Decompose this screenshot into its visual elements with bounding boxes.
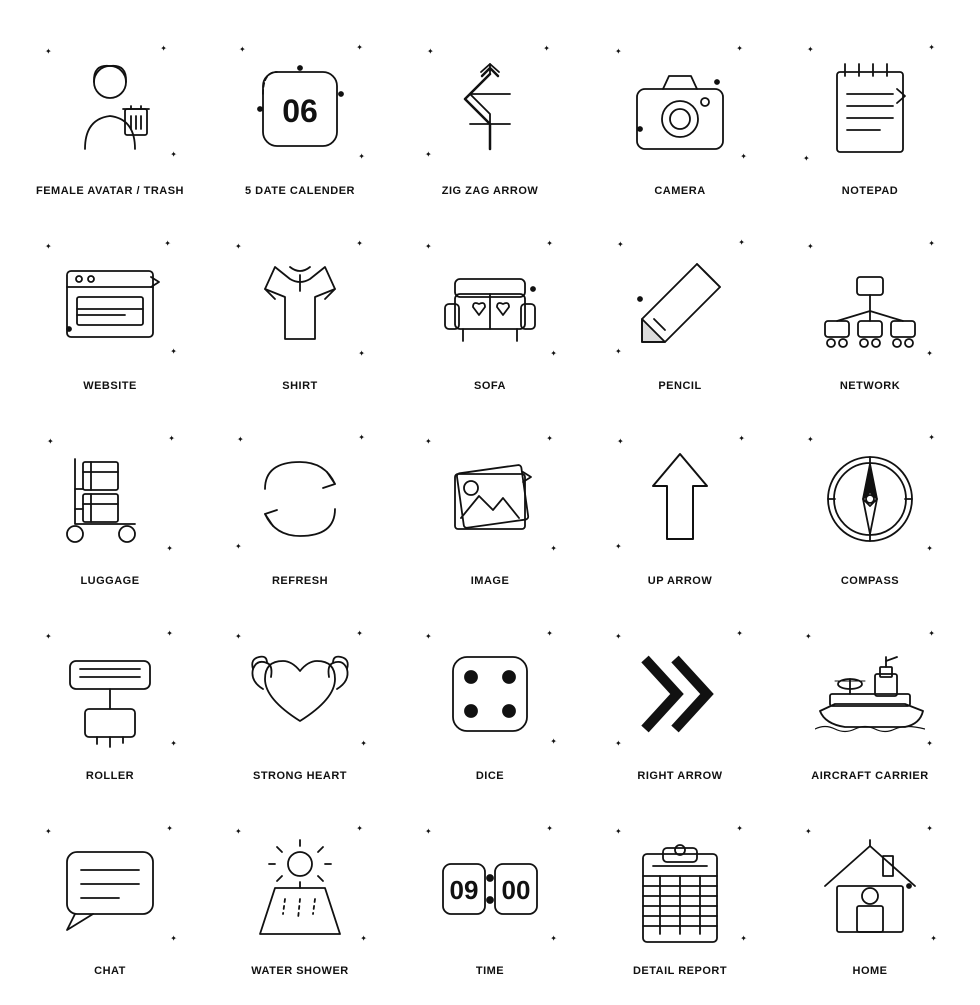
cell-up-arrow: ✦ ✦ ✦ UP ARROW (590, 410, 770, 595)
notepad-label: NOTEPAD (842, 185, 898, 197)
pencil-icon: ✦ ✦ ✦ (605, 234, 755, 374)
time-icon: ✦ ✦ ✦ 09 00 (415, 819, 565, 959)
strong-heart-icon: ✦ ✦ ✦ (225, 624, 375, 764)
icon-grid: ✦ ✦ ✦ FEMALE AVATAR / TRASH (0, 0, 980, 1005)
luggage-icon: ✦ ✦ ✦ (35, 429, 185, 569)
dice-icon: ✦ ✦ ✦ (415, 624, 565, 764)
cell-strong-heart: ✦ ✦ ✦ STRONG HEART (210, 605, 390, 790)
cell-notepad: ✦ ✦ ✦ NOTEPAD (780, 20, 960, 205)
cell-pencil: ✦ ✦ ✦ PENCIL (590, 215, 770, 400)
cell-time: ✦ ✦ ✦ 09 00 TIME (400, 800, 580, 985)
up-arrow-label: UP ARROW (648, 575, 713, 587)
5-date-calendar-label: 5 DATE CALENDER (245, 185, 355, 197)
cell-camera: ✦ ✦ ✦ CAMERA (590, 20, 770, 205)
zig-zag-arrow-icon: ✦ ✦ ✦ (415, 39, 565, 179)
svg-text:09: 09 (450, 875, 479, 905)
refresh-icon: ✦ ✦ ✦ (225, 429, 375, 569)
cell-aircraft-carrier: ✦ ✦ ✦ AIRCRAFT CARRIE (780, 605, 960, 790)
detail-report-icon: ✦ ✦ ✦ (605, 819, 755, 959)
compass-icon: ✦ ✦ ✦ (795, 429, 945, 569)
zig-zag-arrow-label: ZIG ZAG ARROW (442, 185, 539, 197)
cell-shirt: ✦ ✦ ✦ SHIRT (210, 215, 390, 400)
network-icon: ✦ ✦ ✦ (795, 234, 945, 374)
cell-sofa: ✦ ✦ ✦ (400, 215, 580, 400)
right-arrow-label: RIGHT ARROW (637, 770, 722, 782)
shirt-icon: ✦ ✦ ✦ (225, 234, 375, 374)
website-label: WEBSITE (83, 380, 137, 392)
female-avatar-trash-icon: ✦ ✦ ✦ (35, 39, 185, 179)
image-label: IMAGE (471, 575, 510, 587)
water-shower-icon: ✦ ✦ ✦ (225, 819, 375, 959)
detail-report-label: DETAIL REPORT (633, 965, 727, 977)
cell-5-date-calendar: ✦ ✦ ✦ 06 5 DATE CALENDER (210, 20, 390, 205)
cell-right-arrow: ✦ ✦ ✦ RIGHT ARROW (590, 605, 770, 790)
compass-label: COMPASS (841, 575, 899, 587)
sofa-icon: ✦ ✦ ✦ (415, 234, 565, 374)
cell-detail-report: ✦ ✦ ✦ (590, 800, 770, 985)
svg-text:00: 00 (502, 875, 531, 905)
cell-chat: ✦ ✦ ✦ CHAT (20, 800, 200, 985)
5-date-calendar-icon: ✦ ✦ ✦ 06 (225, 39, 375, 179)
strong-heart-label: STRONG HEART (253, 770, 347, 782)
home-icon: ✦ ✦ ✦ (795, 819, 945, 959)
refresh-label: REFRESH (272, 575, 328, 587)
image-icon: ✦ ✦ ✦ (415, 429, 565, 569)
cell-dice: ✦ ✦ ✦ DICE (400, 605, 580, 790)
network-label: NETWORK (840, 380, 900, 392)
cell-website: ✦ ✦ ✦ WEBSITE (20, 215, 200, 400)
pencil-label: PENCIL (658, 380, 701, 392)
water-shower-label: WATER SHOWER (251, 965, 348, 977)
luggage-label: LUGGAGE (80, 575, 139, 587)
chat-label: CHAT (94, 965, 126, 977)
cell-compass: ✦ ✦ ✦ COMPASS (780, 410, 960, 595)
cell-home: ✦ ✦ ✦ HOME (780, 800, 960, 985)
roller-label: ROLLER (86, 770, 134, 782)
aircraft-carrier-icon: ✦ ✦ ✦ (795, 624, 945, 764)
aircraft-carrier-label: AIRCRAFT CARRIER (811, 770, 928, 782)
time-label: TIME (476, 965, 504, 977)
camera-label: CAMERA (654, 185, 705, 197)
cell-roller: ✦ ✦ ✦ ROLLER (20, 605, 200, 790)
chat-icon: ✦ ✦ ✦ (35, 819, 185, 959)
cell-image: ✦ ✦ ✦ IMAGE (400, 410, 580, 595)
cell-luggage: ✦ ✦ ✦ LUGGAGE (20, 410, 200, 595)
roller-icon: ✦ ✦ ✦ (35, 624, 185, 764)
camera-icon: ✦ ✦ ✦ (605, 39, 755, 179)
cell-network: ✦ ✦ ✦ (780, 215, 960, 400)
svg-text:06: 06 (282, 93, 318, 129)
cell-water-shower: ✦ ✦ ✦ WATER (210, 800, 390, 985)
home-label: HOME (853, 965, 888, 977)
notepad-icon: ✦ ✦ ✦ (795, 39, 945, 179)
cell-refresh: ✦ ✦ ✦ REFRESH (210, 410, 390, 595)
shirt-label: SHIRT (282, 380, 318, 392)
up-arrow-icon: ✦ ✦ ✦ (605, 429, 755, 569)
cell-zig-zag-arrow: ✦ ✦ ✦ ZIG ZAG ARROW (400, 20, 580, 205)
cell-female-avatar-trash: ✦ ✦ ✦ FEMALE AVATAR / TRASH (20, 20, 200, 205)
sofa-label: SOFA (474, 380, 506, 392)
website-icon: ✦ ✦ ✦ (35, 234, 185, 374)
right-arrow-icon: ✦ ✦ ✦ (605, 624, 755, 764)
dice-label: DICE (476, 770, 504, 782)
female-avatar-trash-label: FEMALE AVATAR / TRASH (36, 185, 184, 197)
